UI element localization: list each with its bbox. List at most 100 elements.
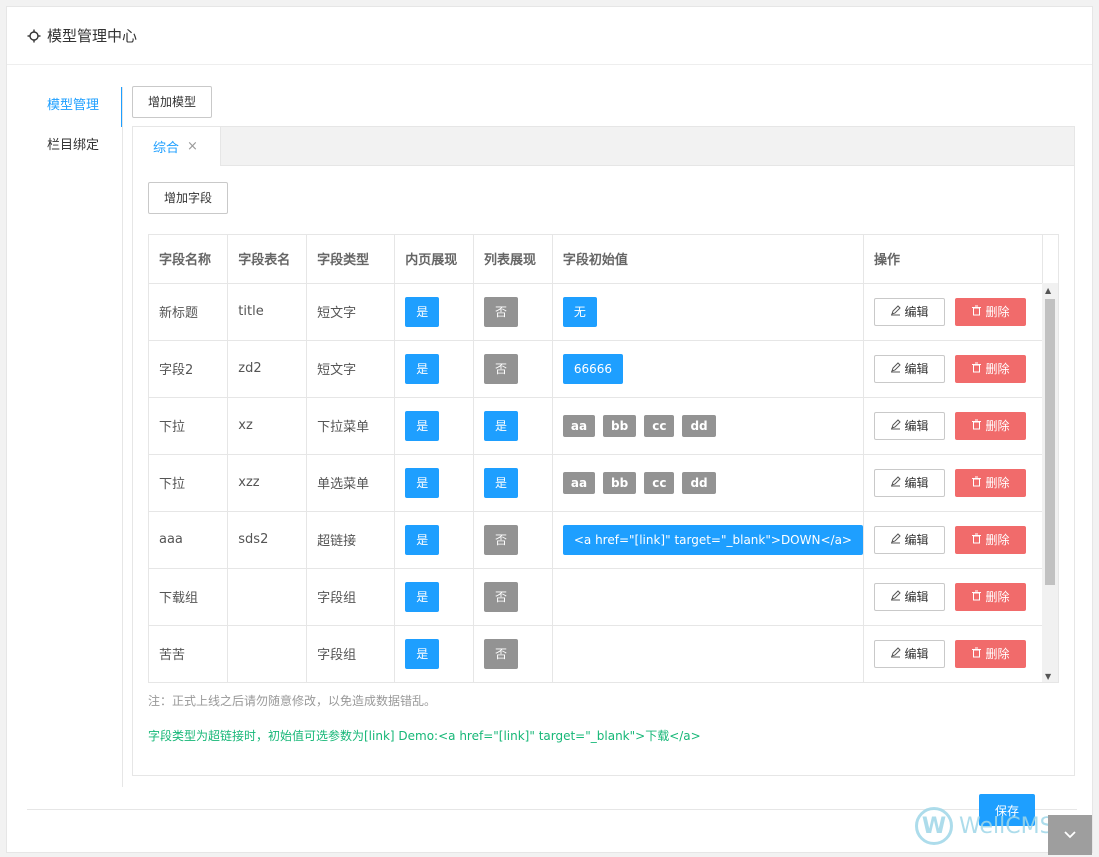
scroll-up-icon[interactable]: ▲ — [1045, 286, 1051, 295]
scroll-down-icon[interactable]: ▼ — [1045, 672, 1051, 681]
edit-button[interactable]: 编辑 — [873, 354, 945, 383]
table-row: 下拉 xz 下拉菜单 是 是 aa bb cc dd 编辑 删除 — [149, 397, 1058, 455]
delete-label: 删除 — [985, 419, 1010, 433]
page-show-toggle[interactable]: 是 — [405, 524, 440, 555]
field-type-cell: 字段组 — [306, 625, 396, 682]
field-type-cell: 超链接 — [306, 511, 396, 569]
edit-button[interactable]: 编辑 — [873, 411, 945, 440]
list-show-toggle[interactable]: 否 — [484, 296, 519, 327]
edit-button[interactable]: 编辑 — [873, 582, 945, 611]
add-field-button[interactable]: 增加字段 — [148, 182, 229, 214]
edit-label: 编辑 — [904, 362, 929, 376]
list-show-cell: 否 — [473, 283, 553, 341]
option-badge: bb — [603, 471, 637, 494]
edit-icon — [890, 646, 902, 661]
scroll-to-bottom-button[interactable] — [1048, 815, 1092, 855]
edit-label: 编辑 — [904, 476, 929, 490]
edit-button[interactable]: 编辑 — [873, 297, 945, 326]
delete-label: 删除 — [985, 647, 1010, 661]
page-show-cell: 是 — [394, 283, 475, 341]
init-value-badge: 无 — [562, 296, 597, 327]
page-show-toggle[interactable]: 是 — [405, 467, 440, 498]
edit-icon — [890, 304, 902, 319]
table-row: 新标题 title 短文字 是 否 无 编辑 删除 — [149, 283, 1058, 341]
scrollbar-thumb[interactable] — [1045, 299, 1055, 585]
edit-button[interactable]: 编辑 — [873, 468, 945, 497]
edit-button[interactable]: 编辑 — [873, 525, 945, 554]
delete-button[interactable]: 删除 — [954, 297, 1026, 326]
page-show-toggle[interactable]: 是 — [405, 581, 440, 612]
actions-cell: 编辑 删除 — [863, 454, 1043, 512]
field-type-cell: 单选菜单 — [306, 454, 396, 512]
trash-icon — [971, 362, 982, 376]
tab-general[interactable]: 综合 × — [133, 127, 221, 166]
table-row: 下载组 字段组 是 否 编辑 删除 — [149, 568, 1058, 626]
warning-note: 注：正式上线之后请勿随意修改，以免造成数据错乱。 — [148, 694, 437, 708]
page-show-toggle[interactable]: 是 — [405, 296, 440, 327]
sidebar-item-column-binding[interactable]: 栏目绑定 — [25, 127, 123, 167]
sidebar-item-model-management[interactable]: 模型管理 — [25, 87, 123, 127]
edit-label: 编辑 — [904, 590, 929, 604]
model-management-card: 模型管理中心 模型管理 栏目绑定 增加模型 综合 × 增加字段 字段名称 字段表… — [6, 6, 1093, 853]
field-type-cell: 下拉菜单 — [306, 397, 396, 455]
delete-button[interactable]: 删除 — [954, 582, 1026, 611]
option-badge: dd — [682, 414, 716, 437]
actions-cell: 编辑 删除 — [863, 283, 1043, 341]
trash-icon — [971, 533, 982, 547]
list-show-toggle[interactable]: 否 — [484, 524, 519, 555]
edit-button[interactable]: 编辑 — [873, 639, 945, 668]
page-show-cell: 是 — [394, 397, 475, 455]
init-value-cell — [552, 568, 864, 626]
delete-button[interactable]: 删除 — [954, 354, 1026, 383]
gear-icon — [27, 29, 41, 43]
trash-icon — [971, 590, 982, 604]
table-scrollbar[interactable]: ▲ ▼ — [1042, 283, 1058, 682]
option-badge: cc — [644, 414, 675, 437]
card-header: 模型管理中心 — [7, 7, 1092, 65]
column-header: 字段名称 — [149, 235, 229, 284]
chevron-down-icon — [1064, 831, 1076, 839]
page-show-toggle[interactable]: 是 — [405, 638, 440, 669]
table-row: aaa sds2 超链接 是 否 <a href="[link]" target… — [149, 511, 1058, 569]
field-table-name-cell: title — [227, 283, 308, 341]
edit-label: 编辑 — [904, 647, 929, 661]
init-value-cell: aa bb cc dd — [552, 454, 864, 512]
tab-label: 综合 — [153, 141, 180, 156]
list-show-cell: 否 — [473, 511, 553, 569]
field-name-cell: 新标题 — [149, 283, 229, 341]
field-type-cell: 短文字 — [306, 283, 396, 341]
column-header: 字段表名 — [227, 235, 308, 284]
field-name-cell: 下拉 — [149, 397, 229, 455]
page-title: 模型管理中心 — [47, 27, 138, 45]
list-show-toggle[interactable]: 否 — [484, 638, 519, 669]
delete-label: 删除 — [985, 305, 1010, 319]
page-show-toggle[interactable]: 是 — [405, 410, 440, 441]
delete-button[interactable]: 删除 — [954, 468, 1026, 497]
list-show-toggle[interactable]: 否 — [484, 353, 519, 384]
link-tip-note: 字段类型为超链接时，初始值可选参数为[link] Demo:<a href="[… — [148, 729, 701, 743]
add-model-button[interactable]: 增加模型 — [132, 86, 213, 118]
field-table-name-cell: zd2 — [227, 340, 308, 398]
list-show-toggle[interactable]: 否 — [484, 581, 519, 612]
table-row: 苦苦 字段组 是 否 编辑 删除 — [149, 625, 1058, 682]
edit-icon — [890, 475, 902, 490]
page-show-toggle[interactable]: 是 — [405, 353, 440, 384]
delete-button[interactable]: 删除 — [954, 639, 1026, 668]
delete-button[interactable]: 删除 — [954, 525, 1026, 554]
watermark-w-icon: W — [915, 807, 953, 845]
model-tab-panel: 综合 × 增加字段 字段名称 字段表名 字段类型 内页展现 列表展现 字段初始值 — [132, 126, 1075, 776]
delete-label: 删除 — [985, 533, 1010, 547]
scroll-header-spacer — [1042, 235, 1058, 284]
list-show-toggle[interactable]: 是 — [484, 467, 519, 498]
column-header: 内页展现 — [394, 235, 475, 284]
field-name-cell: aaa — [149, 511, 229, 569]
option-badge: dd — [682, 471, 716, 494]
list-show-toggle[interactable]: 是 — [484, 410, 519, 441]
close-icon[interactable]: × — [187, 139, 198, 154]
init-value-cell: 无 — [552, 283, 864, 341]
column-header: 操作 — [863, 235, 1043, 284]
field-table-name-cell: sds2 — [227, 511, 308, 569]
column-header: 字段类型 — [306, 235, 396, 284]
delete-button[interactable]: 删除 — [954, 411, 1026, 440]
edit-icon — [890, 418, 902, 433]
